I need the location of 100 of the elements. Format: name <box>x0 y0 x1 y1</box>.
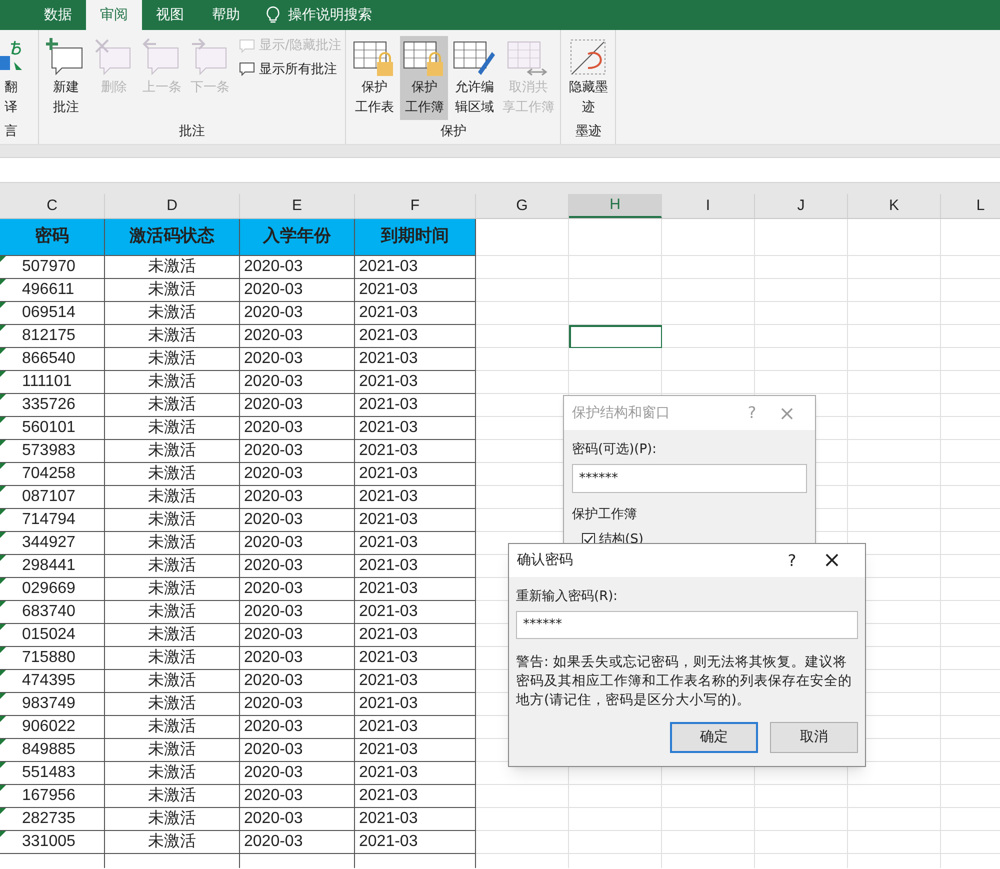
table-cell: 474395 <box>0 670 105 693</box>
password-field[interactable]: ****** <box>572 464 807 492</box>
ribbon-button[interactable]: 保护 工作表 <box>350 36 398 120</box>
table-cell: 087107 <box>0 486 105 509</box>
ribbon-group-label: 批注 <box>178 122 206 140</box>
table-cell: 2020-03 <box>240 624 355 647</box>
ribbon-tab[interactable]: 审阅 <box>86 0 142 30</box>
column-header[interactable]: H <box>569 194 662 218</box>
dialog-title: 确认密码 <box>517 551 574 570</box>
table-cell: 未激活 <box>105 693 240 716</box>
table-cell: 2021-03 <box>355 256 476 279</box>
table-cell: 715880 <box>0 647 105 670</box>
table-cell: 983749 <box>0 693 105 716</box>
table-header-cell: 激活码状态 <box>105 219 240 256</box>
password-field[interactable]: ****** <box>516 610 858 638</box>
table-cell: 2020-03 <box>240 693 355 716</box>
dialog-button[interactable]: 确定 <box>670 722 758 752</box>
column-header[interactable]: C <box>0 194 105 218</box>
dialog-button[interactable]: 取消 <box>770 722 858 752</box>
table-header-cell: 到期时间 <box>355 219 476 256</box>
column-header[interactable]: E <box>240 194 355 218</box>
table-cell: 496611 <box>0 279 105 302</box>
close-button[interactable]: × <box>807 544 857 577</box>
table-cell: 2021-03 <box>355 693 476 716</box>
section-label: 保护工作簿 <box>572 506 638 524</box>
table-cell: 2021-03 <box>355 808 476 831</box>
table-cell: 2021-03 <box>355 509 476 532</box>
ribbon-tab[interactable]: 视图 <box>142 0 198 30</box>
table-cell: 2020-03 <box>240 647 355 670</box>
table-cell: 2021-03 <box>355 739 476 762</box>
column-header[interactable]: L <box>941 194 1000 218</box>
table-cell: 2020-03 <box>240 785 355 808</box>
table-cell: 未激活 <box>105 394 240 417</box>
column-header[interactable]: D <box>105 194 240 218</box>
table-cell: 282735 <box>0 808 105 831</box>
table-cell: 906022 <box>0 716 105 739</box>
table-cell: 未激活 <box>105 348 240 371</box>
table-cell: 未激活 <box>105 302 240 325</box>
table-cell: 507970 <box>0 256 105 279</box>
table-cell: 2021-03 <box>355 601 476 624</box>
table-cell: 2021-03 <box>355 417 476 440</box>
table-cell: 2021-03 <box>355 463 476 486</box>
table-cell: 2020-03 <box>240 532 355 555</box>
table-cell: 2021-03 <box>355 578 476 601</box>
table-cell: 未激活 <box>105 256 240 279</box>
column-header[interactable]: J <box>755 194 848 218</box>
table-cell: 560101 <box>0 417 105 440</box>
table-cell: 2020-03 <box>240 831 355 854</box>
table-cell: 2020-03 <box>240 394 355 417</box>
ribbon-button[interactable]: 翻 译 <box>0 36 34 120</box>
table-cell: 未激活 <box>105 555 240 578</box>
table-cell: 未激活 <box>105 647 240 670</box>
table-cell: 2020-03 <box>240 716 355 739</box>
table-cell: 2020-03 <box>240 279 355 302</box>
table-cell: 未激活 <box>105 371 240 394</box>
table-cell: 2021-03 <box>355 279 476 302</box>
column-header[interactable]: F <box>355 194 476 218</box>
table-cell: 029669 <box>0 578 105 601</box>
table-cell: 2020-03 <box>240 578 355 601</box>
ribbon-button[interactable]: 新建 批注 <box>43 36 89 120</box>
column-header[interactable]: K <box>848 194 941 218</box>
table-cell: 111101 <box>0 371 105 394</box>
table-cell: 2020-03 <box>240 486 355 509</box>
table-cell: 2021-03 <box>355 762 476 785</box>
table-cell: 2021-03 <box>355 302 476 325</box>
ribbon-tab[interactable]: 帮助 <box>198 0 254 30</box>
table-cell: 未激活 <box>105 279 240 302</box>
table-cell: 未激活 <box>105 624 240 647</box>
table-cell: 未激活 <box>105 463 240 486</box>
ribbon-tab[interactable]: 数据 <box>30 0 86 30</box>
table-cell: 2020-03 <box>240 509 355 532</box>
table-cell: 714794 <box>0 509 105 532</box>
column-header[interactable]: I <box>662 194 755 218</box>
table-cell: 未激活 <box>105 601 240 624</box>
table-cell: 866540 <box>0 348 105 371</box>
table-cell: 2020-03 <box>240 348 355 371</box>
table-cell: 2021-03 <box>355 647 476 670</box>
table-cell: 未激活 <box>105 578 240 601</box>
table-cell: 2021-03 <box>355 348 476 371</box>
table-cell: 未激活 <box>105 440 240 463</box>
table-cell: 849885 <box>0 739 105 762</box>
help-button[interactable]: ? <box>777 548 807 572</box>
ribbon-button[interactable]: 隐藏墨 迹 <box>565 36 612 120</box>
table-cell: 069514 <box>0 302 105 325</box>
search-field[interactable]: 操作说明搜索 <box>288 4 408 26</box>
table-cell: 未激活 <box>105 509 240 532</box>
table-cell: 2020-03 <box>240 762 355 785</box>
ribbon-button[interactable]: 允许编 辑区域 <box>450 36 498 120</box>
table-cell: 2020-03 <box>240 808 355 831</box>
ribbon-button[interactable]: 保护 工作簿 <box>400 36 448 120</box>
comment-toggle-button[interactable]: 显示所有批注 <box>239 60 342 79</box>
table-cell: 2021-03 <box>355 325 476 348</box>
table-cell: 2020-03 <box>240 417 355 440</box>
table-cell: 015024 <box>0 624 105 647</box>
table-cell: 未激活 <box>105 808 240 831</box>
table-cell: 2020-03 <box>240 670 355 693</box>
table-cell: 2021-03 <box>355 394 476 417</box>
table-cell: 704258 <box>0 463 105 486</box>
table-cell: 167956 <box>0 785 105 808</box>
table-cell: 812175 <box>0 325 105 348</box>
